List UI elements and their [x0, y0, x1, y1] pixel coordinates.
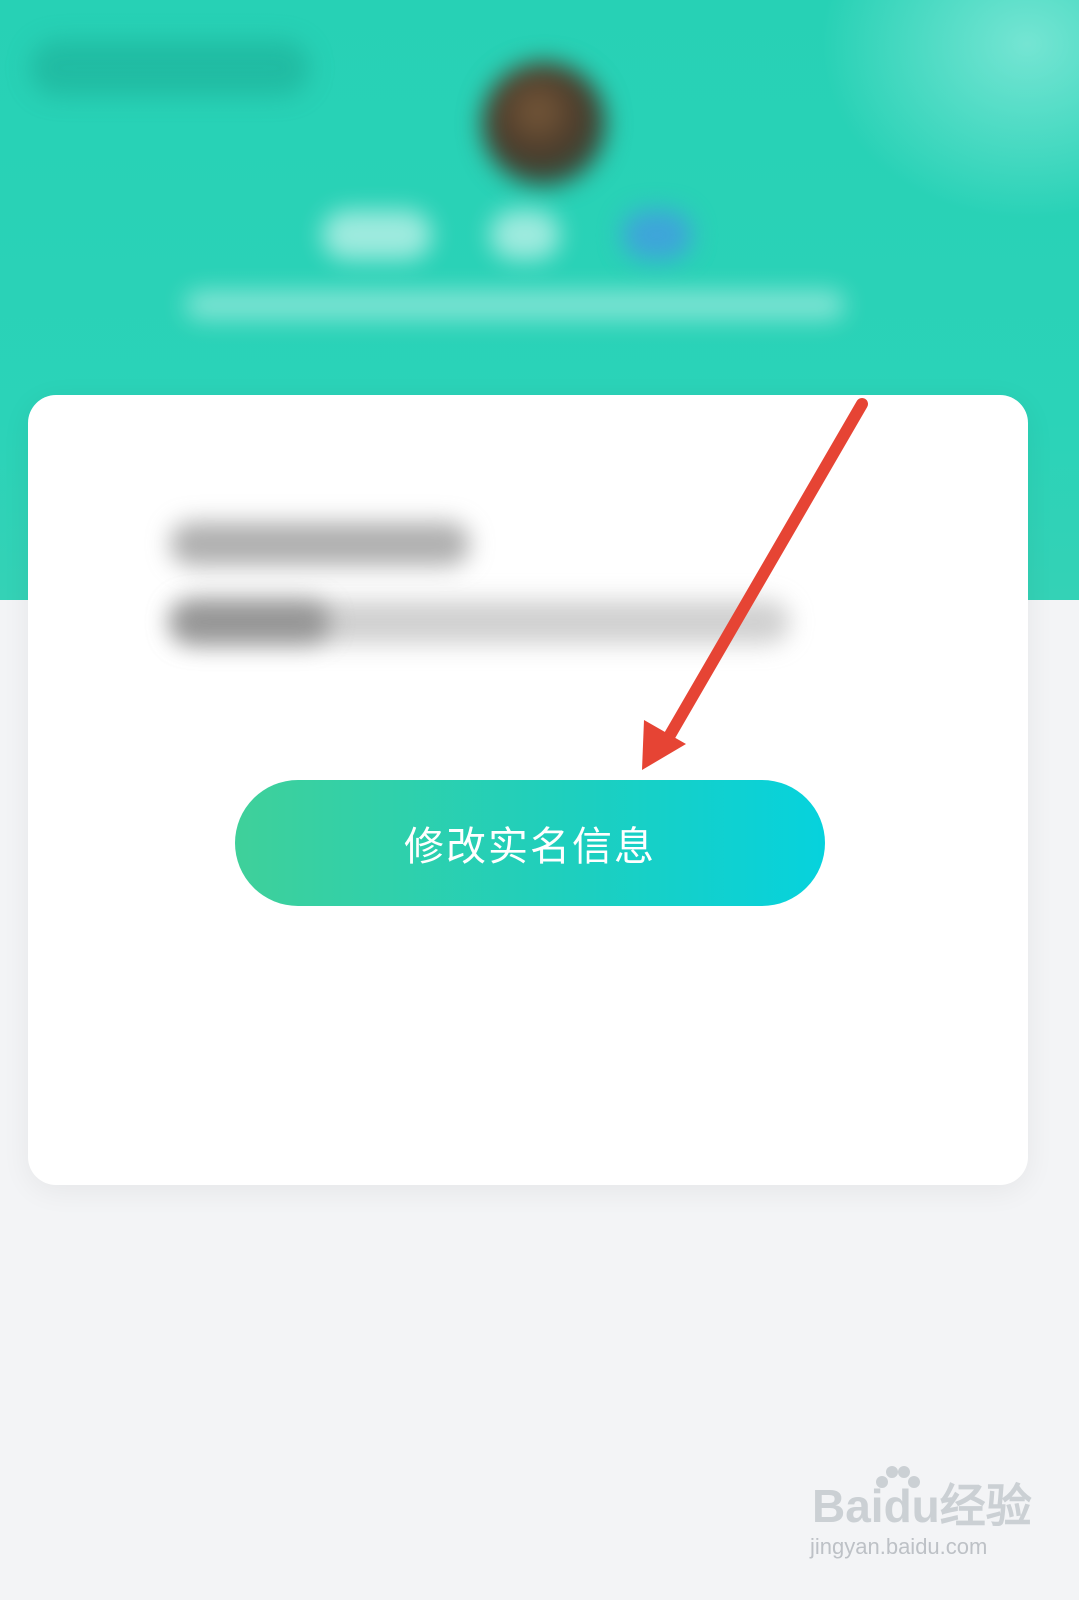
modify-real-name-button[interactable]: 修改实名信息 [235, 780, 825, 906]
user-avatar [482, 62, 606, 186]
baidu-jingyan-watermark: Baidu经验 jingyan.baidu.com [808, 1460, 1038, 1580]
header-glow [819, 0, 1079, 220]
watermark-logo: Baidu经验 [812, 1480, 1032, 1532]
user-tag [490, 210, 560, 260]
id-number-label [170, 600, 330, 644]
real-name-field [170, 522, 470, 566]
watermark-url: jingyan.baidu.com [810, 1534, 988, 1559]
back-button[interactable] [30, 40, 310, 96]
profile-subtitle [185, 290, 845, 320]
verified-badge [622, 210, 692, 260]
user-tag [322, 210, 432, 260]
